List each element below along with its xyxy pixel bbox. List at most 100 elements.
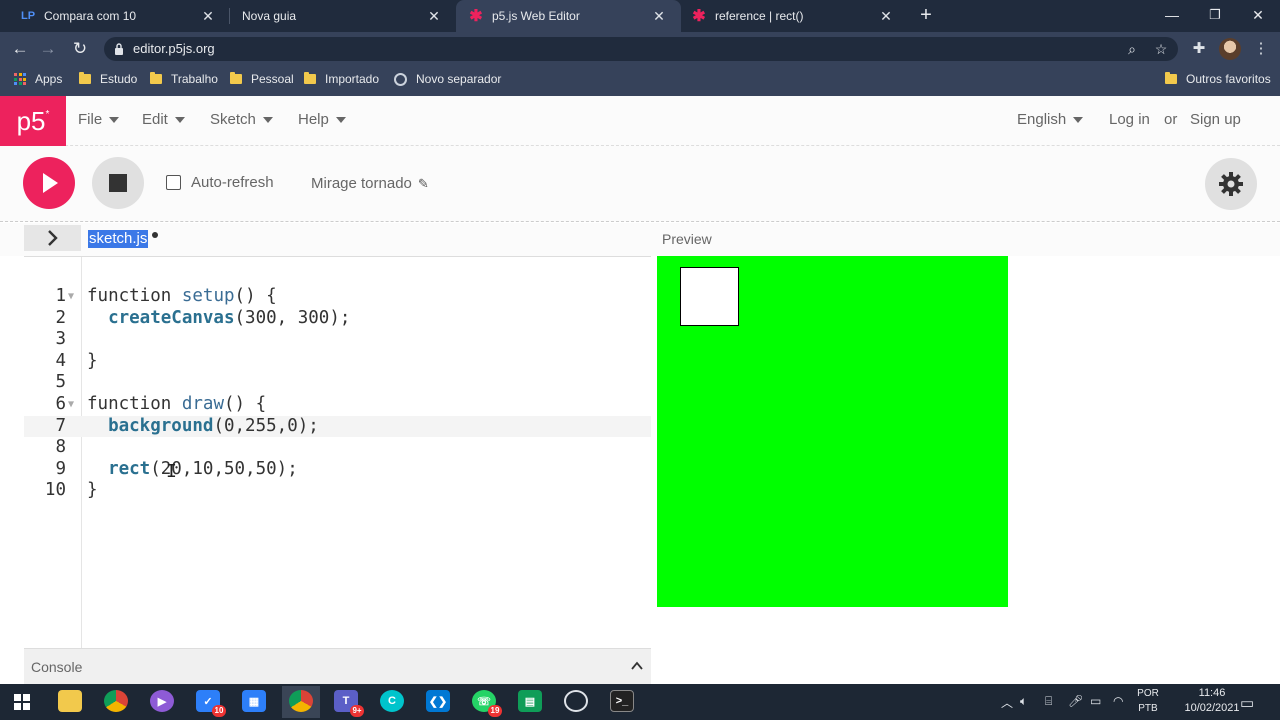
code-line[interactable]: 6 ▼ function draw() { (24, 394, 651, 416)
fold-arrow-icon[interactable]: ▼ (68, 286, 74, 308)
code-line[interactable]: 8 (24, 437, 651, 459)
close-window-button[interactable]: ✕ (1236, 0, 1280, 32)
code-line[interactable]: 1 ▼ function setup() { (24, 286, 651, 308)
windows-start-icon[interactable] (14, 694, 30, 710)
chrome-icon[interactable] (289, 690, 313, 712)
more-menu-icon[interactable]: ⋮ (1250, 38, 1272, 60)
bookmark-label: Estudo (100, 72, 138, 86)
language-selector[interactable]: English (1017, 111, 1084, 128)
close-icon[interactable]: ✕ (424, 8, 444, 25)
battery-icon[interactable]: ▭ (1090, 694, 1101, 708)
tab-p5-editor[interactable]: ✱ p5.js Web Editor ✕ (456, 0, 681, 32)
code-line[interactable]: 5 (24, 372, 651, 394)
teams-icon[interactable]: T 9+ (334, 690, 364, 717)
sketch-name[interactable]: Mirage tornado ✎ (311, 175, 429, 192)
bookmark-label: Importado (325, 72, 380, 86)
menu-label: Sketch (210, 111, 256, 128)
bookmark-pessoal[interactable]: Pessoal (230, 66, 294, 92)
new-tab-button[interactable]: + (914, 4, 938, 28)
microphone-icon[interactable]: 🎤︎ (1068, 694, 1083, 708)
vscode-icon[interactable]: ❮❯ (426, 690, 450, 712)
screen: { "browser": { "tabs": [ {"title": "Comp… (0, 0, 1280, 720)
logo-text: p5 (16, 105, 46, 136)
back-arrow-icon[interactable]: ← (8, 37, 32, 61)
avatar[interactable] (1219, 38, 1241, 60)
code-line[interactable]: 2 createCanvas(300, 300); (24, 308, 651, 330)
notifications-icon[interactable]: ▭ (1240, 694, 1254, 712)
sidebar-toggle[interactable] (24, 225, 81, 251)
bookmark-label: Outros favoritos (1186, 72, 1271, 86)
line-number: 9 (55, 458, 66, 479)
p5-logo[interactable]: p5 * (0, 96, 66, 146)
url-text: editor.p5js.org (133, 41, 215, 56)
signup-label: Sign up (1190, 111, 1241, 128)
chrome-icon[interactable] (104, 690, 128, 712)
auto-refresh-toggle[interactable]: Auto-refresh (166, 174, 274, 191)
sheets-icon[interactable]: ▤ (518, 690, 542, 712)
bookmark-novo-separador[interactable]: Novo separador (394, 66, 501, 92)
close-icon[interactable]: ✕ (876, 8, 896, 25)
input-language[interactable]: POR PTB (1136, 686, 1160, 716)
zoom-icon[interactable]: ⌕ (1123, 40, 1141, 58)
file-name[interactable]: sketch.js (88, 230, 149, 248)
minimize-button[interactable]: — (1150, 0, 1194, 32)
system-clock[interactable]: 11:46 10/02/2021 (1180, 686, 1244, 716)
address-bar[interactable]: editor.p5js.org ⌕ ☆ (104, 37, 1178, 61)
forward-arrow-icon[interactable]: → (36, 37, 60, 61)
file-explorer-icon[interactable] (58, 690, 82, 712)
code-line[interactable]: 3 (24, 329, 651, 351)
star-icon[interactable]: ☆ (1152, 40, 1170, 58)
chevron-up-icon[interactable] (631, 660, 643, 672)
calendar-icon[interactable]: ▦ (242, 690, 266, 712)
reload-icon[interactable]: ↻ (68, 37, 92, 61)
lock-icon (115, 43, 123, 55)
show-hidden-icons[interactable]: ︿ (1001, 694, 1013, 711)
bookmark-outros-favoritos[interactable]: Outros favoritos (1165, 66, 1271, 92)
stop-button[interactable] (92, 157, 144, 209)
extensions-icon[interactable]: ✚ (1188, 38, 1210, 60)
console-panel[interactable]: Console (24, 648, 651, 684)
whatsapp-icon[interactable]: ☏ 19 (472, 690, 502, 717)
menu-edit[interactable]: Edit (142, 111, 185, 128)
pencil-icon[interactable]: ✎ (418, 176, 429, 192)
menu-file[interactable]: File (78, 111, 120, 128)
or-label: or (1164, 111, 1178, 128)
obs-icon[interactable] (564, 690, 588, 712)
play-button[interactable] (23, 157, 75, 209)
media-player-icon[interactable]: ▶ (150, 690, 174, 712)
auto-refresh-checkbox[interactable] (166, 175, 181, 190)
todo-icon[interactable]: ✓ 10 (196, 690, 226, 717)
apps-grid-icon (14, 73, 26, 85)
bookmark-importado[interactable]: Importado (304, 66, 379, 92)
terminal-icon[interactable]: >_ (610, 690, 634, 712)
speaker-icon[interactable]: 🔈︎ (1020, 694, 1027, 709)
clock-time: 11:46 (1198, 687, 1226, 699)
code-line[interactable]: 4} (24, 351, 651, 373)
bookmark-apps[interactable]: Apps (14, 66, 62, 92)
bookmark-trabalho[interactable]: Trabalho (150, 66, 218, 92)
settings-button[interactable] (1205, 158, 1257, 210)
login-link[interactable]: Log in (1109, 111, 1150, 128)
folder-icon (304, 72, 316, 84)
bookmark-estudo[interactable]: Estudo (79, 66, 137, 92)
code-line[interactable]: 7 background(0,255,0); (24, 415, 651, 438)
signup-link[interactable]: Sign up (1190, 111, 1241, 128)
restore-button[interactable]: ❐ (1193, 0, 1237, 32)
folder-icon (1165, 72, 1177, 84)
menu-help[interactable]: Help (298, 111, 346, 128)
teams-badge: 9+ (350, 705, 364, 717)
fold-arrow-icon[interactable]: ▼ (68, 394, 74, 416)
tab-compara[interactable]: LP Compara com 10 ✕ (0, 0, 230, 32)
wifi-icon[interactable]: ◠ (1113, 694, 1123, 708)
code-line[interactable]: 10} (24, 480, 651, 502)
menu-sketch[interactable]: Sketch (210, 111, 273, 128)
tab-reference-rect[interactable]: ✱ reference | rect() ✕ (681, 0, 908, 32)
clock-date: 10/02/2021 (1184, 702, 1240, 714)
close-icon[interactable]: ✕ (649, 8, 669, 25)
tab-nova-guia[interactable]: Nova guia ✕ (230, 0, 456, 32)
canva-icon[interactable]: C (380, 690, 404, 712)
caret-down-icon (109, 116, 120, 123)
code-line[interactable]: 9 rect(20,10,50,50); (24, 459, 651, 481)
device-icon[interactable]: ⌸ (1045, 694, 1052, 709)
close-icon[interactable]: ✕ (198, 8, 218, 25)
